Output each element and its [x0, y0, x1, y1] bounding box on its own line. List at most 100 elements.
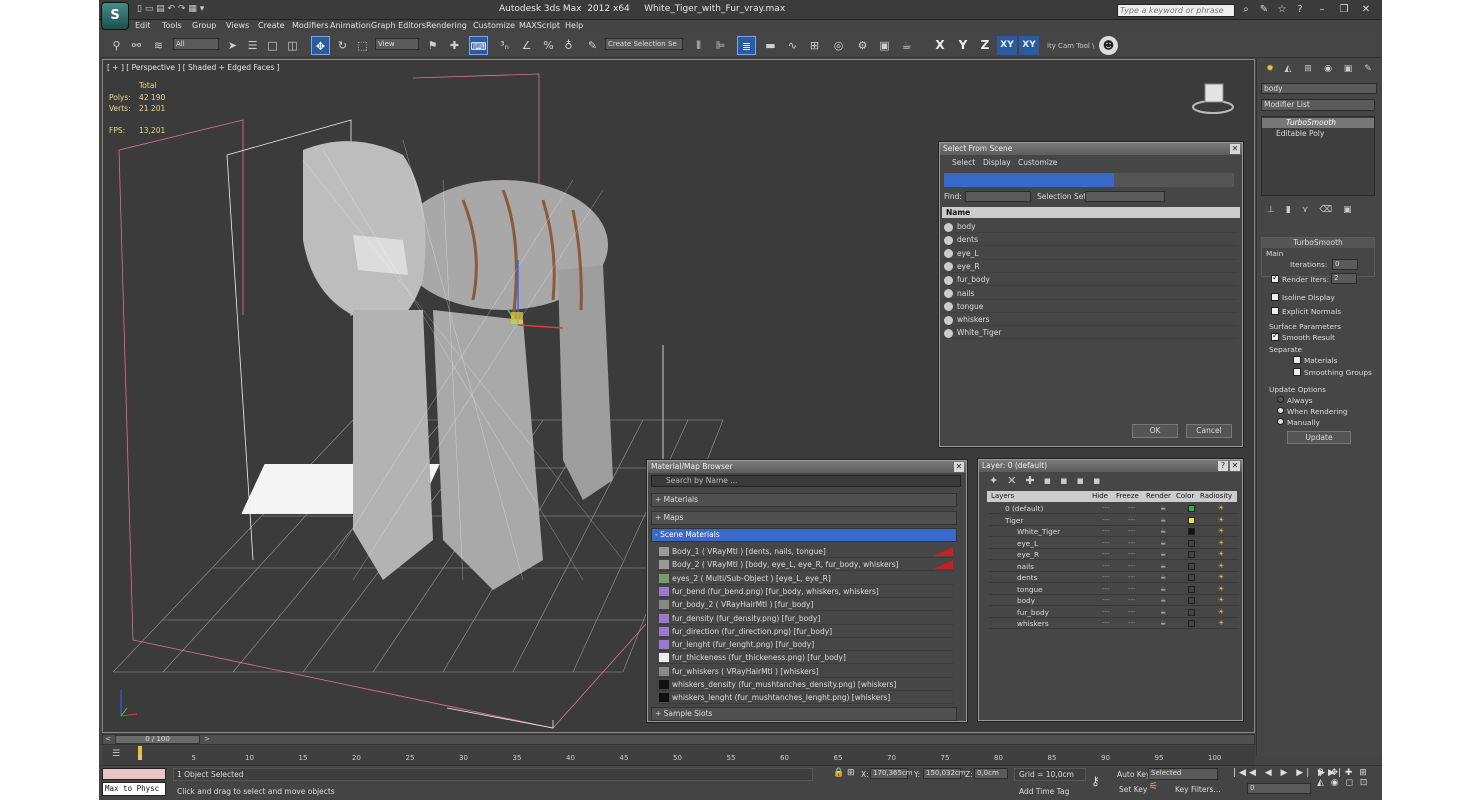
sfs-selset-dropdown[interactable] [1085, 191, 1165, 202]
sfs-menu-customize[interactable]: Customize [1018, 158, 1057, 167]
next-frame-icon[interactable]: > [202, 735, 212, 744]
close-icon[interactable]: ✕ [1359, 3, 1373, 17]
maxscript-listener[interactable] [102, 768, 166, 780]
render-teapot-icon[interactable]: ☕ [1160, 526, 1166, 537]
current-frame-field[interactable]: 0 [1247, 783, 1311, 794]
material-row[interactable]: Body_1 ( VRayMtl ) [dents, nails, tongue… [657, 545, 953, 558]
layer-freeze-toggle[interactable]: --- [1128, 618, 1136, 629]
rendered-frame-icon[interactable]: ▣ [875, 36, 894, 55]
add-time-tag[interactable]: Add Time Tag [1019, 787, 1069, 796]
render-teapot-icon[interactable]: ☕ [1160, 584, 1166, 595]
layer-hide-toggle[interactable]: --- [1102, 607, 1110, 618]
app-logo[interactable]: S [101, 2, 129, 30]
sfs-row[interactable]: tongue [942, 300, 1238, 313]
menu-create[interactable]: Create [258, 21, 285, 30]
minimize-icon[interactable]: – [1315, 3, 1329, 17]
layer-row[interactable]: dents --- --- ☕ ☀ [989, 572, 1239, 584]
set-key-icon[interactable]: ⚟ [1149, 781, 1158, 792]
layer-title[interactable]: Layer: 0 (default) [979, 460, 1242, 472]
material-row[interactable]: fur_density (fur_density.png) [fur_body] [657, 612, 953, 625]
layer-row[interactable]: tongue --- --- ☕ ☀ [989, 584, 1239, 595]
update-button[interactable]: Update [1287, 431, 1351, 444]
manipulate-icon[interactable]: ✚ [445, 36, 464, 55]
layer-row[interactable]: whiskers --- --- ☕ ☀ [989, 618, 1239, 630]
layer-col-hide[interactable]: Hide [1092, 492, 1108, 500]
sfs-row[interactable]: eye_L [942, 247, 1238, 260]
material-row[interactable]: fur_whiskers ( VRayHairMtl ) [whiskers] [657, 665, 953, 678]
layer-col-color[interactable]: Color [1176, 492, 1194, 500]
mm-category-materials[interactable]: + Materials [651, 493, 957, 507]
link-icon[interactable]: ⚲ [107, 36, 126, 55]
x-coord-field[interactable]: 170,365cm [870, 768, 913, 779]
explicit-normals-checkbox[interactable] [1271, 307, 1279, 315]
select-scale-icon[interactable]: ⬚ [353, 36, 372, 55]
layer-color-swatch[interactable] [1188, 551, 1195, 558]
sfs-row[interactable]: dents [942, 233, 1238, 247]
menu-customize[interactable]: Customize [473, 21, 515, 30]
layer-row[interactable]: nails --- --- ☕ ☀ [989, 561, 1239, 572]
help-icon[interactable]: ? [1293, 3, 1307, 17]
material-row[interactable]: Body_2 ( VRayMtl ) [body, eye_L, eye_R, … [657, 558, 953, 572]
curve-editor-icon[interactable]: ∿ [783, 36, 802, 55]
layer-row[interactable]: Tiger --- --- ☕ ☀ [989, 515, 1239, 526]
menu-group[interactable]: Group [192, 21, 216, 30]
layer-freeze-toggle[interactable]: --- [1128, 526, 1136, 537]
layer-row[interactable]: eye_R --- --- ☕ ☀ [989, 549, 1239, 561]
axis-x-button[interactable]: X [931, 36, 949, 55]
spinner-snap-icon[interactable]: ♁ [559, 36, 578, 55]
maxscript-input[interactable]: Max to Physc [102, 782, 166, 796]
schematic-icon[interactable]: ⊞ [805, 36, 824, 55]
rect-select-icon[interactable]: □ [263, 36, 282, 55]
material-row[interactable]: whiskers_density (fur_mushtanches_densit… [657, 678, 953, 691]
mini-curve-editor-icon[interactable]: ☰ [112, 749, 124, 760]
key-filters-button[interactable]: Key Filters... [1175, 785, 1221, 794]
mirror-icon[interactable]: ⫴ [689, 36, 708, 55]
layer-hide-toggle[interactable]: --- [1102, 515, 1110, 526]
modify-tab-icon[interactable]: ◭ [1281, 62, 1295, 76]
sfs-row[interactable]: eye_R [942, 260, 1238, 273]
hierarchy-tab-icon[interactable]: ⊞ [1301, 62, 1315, 76]
angle-snap-icon[interactable]: ∠ [517, 36, 536, 55]
material-editor-icon[interactable]: ◎ [829, 36, 848, 55]
render-teapot-icon[interactable]: ☕ [1160, 607, 1166, 618]
menu-animation[interactable]: Animation [330, 21, 371, 30]
radiosity-icon[interactable]: ☀ [1218, 607, 1224, 618]
axis-y-button[interactable]: Y [954, 36, 972, 55]
selection-filter-dropdown[interactable]: All [173, 38, 219, 50]
key-mode-icon[interactable]: ⚷ [1091, 774, 1100, 788]
sfs-find-input[interactable] [965, 191, 1031, 202]
keyboard-shortcut-icon[interactable]: ⌨ [469, 36, 488, 55]
align-icon[interactable]: ⊫ [711, 36, 730, 55]
star-icon[interactable]: ☆ [1275, 3, 1289, 17]
mm-category-sample-slots[interactable]: + Sample Slots [651, 707, 957, 721]
radiosity-icon[interactable]: ☀ [1218, 618, 1224, 629]
radiosity-icon[interactable]: ☀ [1218, 515, 1224, 526]
layer-hide-toggle[interactable]: --- [1102, 584, 1110, 595]
infocenter-icon[interactable]: ✎ [1257, 3, 1271, 17]
restore-icon[interactable]: ❐ [1337, 3, 1351, 17]
sfs-menu-display[interactable]: Display [983, 158, 1011, 167]
auto-key-button[interactable]: Auto Key [1117, 770, 1150, 779]
layer-col-radiosity[interactable]: Radiosity [1200, 492, 1232, 500]
isoline-checkbox[interactable] [1271, 293, 1279, 301]
layer-hide-toggle[interactable]: --- [1102, 618, 1110, 629]
layer-row[interactable]: White_Tiger --- --- ☕ ☀ [989, 526, 1239, 538]
layer-freeze-toggle[interactable]: --- [1128, 538, 1136, 549]
menu-views[interactable]: Views [226, 21, 249, 30]
select-by-name-icon[interactable]: ☰ [243, 36, 262, 55]
render-teapot-icon[interactable]: ☕ [1160, 515, 1166, 526]
utilities-tab-icon[interactable]: ✎ [1361, 62, 1375, 76]
material-row[interactable]: whiskers_lenght (fur_mushtanches_lenght.… [657, 691, 953, 705]
ref-coord-dropdown[interactable]: View [375, 38, 419, 50]
layer-hide-toggle[interactable]: --- [1102, 526, 1110, 537]
sfs-title[interactable]: Select From Scene [940, 143, 1242, 155]
snaps-toggle-icon[interactable]: ³ₙ [495, 36, 514, 55]
time-slider-thumb[interactable]: 0 / 100 [115, 735, 200, 744]
viewcube[interactable] [1192, 83, 1234, 114]
menu-tools[interactable]: Tools [162, 21, 182, 30]
radiosity-icon[interactable]: ☀ [1218, 595, 1224, 606]
sfs-row[interactable]: body [942, 220, 1238, 233]
sfs-row[interactable]: fur_body [942, 273, 1238, 287]
ok-button[interactable]: OK [1132, 424, 1178, 438]
material-row[interactable]: fur_direction (fur_direction.png) [fur_b… [657, 625, 953, 638]
